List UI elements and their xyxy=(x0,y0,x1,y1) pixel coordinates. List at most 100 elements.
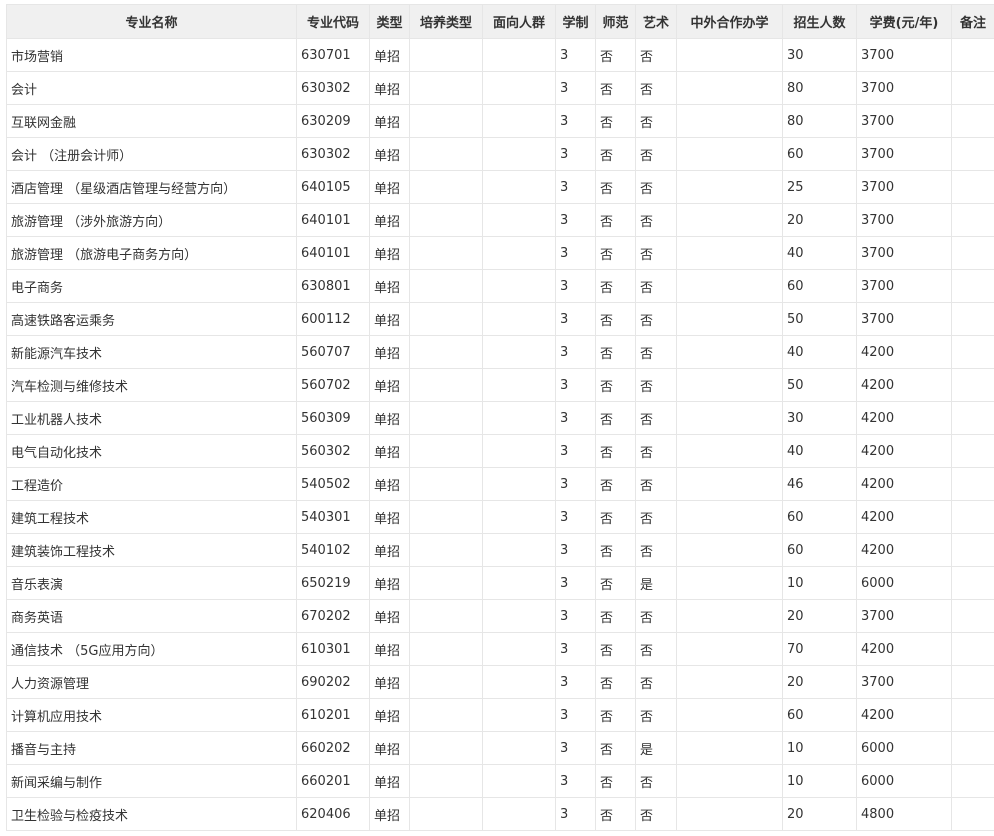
table-row: 新闻采编与制作 660201 单招 3 否否 10 6000 xyxy=(6,764,994,798)
cell-tuition: 4800 xyxy=(856,797,952,831)
cell-art: 否 xyxy=(635,764,677,798)
cell-duration: 3 xyxy=(555,137,596,171)
table-row: 汽车检测与维修技术 560702 单招 3 否否 50 4200 xyxy=(6,368,994,402)
cell-enrollment: 20 xyxy=(782,203,857,237)
cell-duration: 3 xyxy=(555,764,596,798)
cell-major-name: 会计 （注册会计师） xyxy=(6,137,297,171)
cell-art: 否 xyxy=(635,632,677,666)
cell-tuition: 3700 xyxy=(856,269,952,303)
cell-sino-foreign xyxy=(676,137,783,171)
cell-remarks xyxy=(951,632,994,666)
cell-type: 单招 xyxy=(369,467,410,501)
cell-teacher-training: 否 xyxy=(595,566,636,600)
cell-type: 单招 xyxy=(369,764,410,798)
cell-major-name: 高速铁路客运乘务 xyxy=(6,302,297,336)
cell-teacher-training: 否 xyxy=(595,269,636,303)
cell-major-code: 610301 xyxy=(296,632,370,666)
cell-target-group xyxy=(482,401,556,435)
cell-teacher-training: 否 xyxy=(595,599,636,633)
cell-duration: 3 xyxy=(555,632,596,666)
cell-type: 单招 xyxy=(369,566,410,600)
table-row: 市场营销 630701 单招 3 否否 30 3700 xyxy=(6,38,994,72)
cell-remarks xyxy=(951,401,994,435)
cell-training-type xyxy=(409,467,483,501)
cell-major-name: 会计 xyxy=(6,71,297,105)
cell-duration: 3 xyxy=(555,533,596,567)
cell-tuition: 6000 xyxy=(856,731,952,765)
table-header-row: 专业名称 专业代码 类型 培养类型 面向人群 学制 师范 艺术 中外合作办学 招生人数 学费(元/年… xyxy=(6,4,994,39)
cell-art: 否 xyxy=(635,71,677,105)
cell-art: 否 xyxy=(635,500,677,534)
cell-enrollment: 40 xyxy=(782,434,857,468)
column-header-remarks: 备注 xyxy=(951,4,994,39)
cell-enrollment: 60 xyxy=(782,533,857,567)
cell-enrollment: 10 xyxy=(782,731,857,765)
cell-training-type xyxy=(409,500,483,534)
cell-enrollment: 46 xyxy=(782,467,857,501)
cell-duration: 3 xyxy=(555,203,596,237)
cell-training-type xyxy=(409,764,483,798)
cell-major-name: 通信技术 （5G应用方向） xyxy=(6,632,297,666)
cell-sino-foreign xyxy=(676,632,783,666)
cell-tuition: 3700 xyxy=(856,599,952,633)
cell-type: 单招 xyxy=(369,401,410,435)
cell-enrollment: 10 xyxy=(782,764,857,798)
cell-training-type xyxy=(409,698,483,732)
cell-major-code: 660201 xyxy=(296,764,370,798)
cell-type: 单招 xyxy=(369,632,410,666)
cell-sino-foreign xyxy=(676,302,783,336)
table-row: 卫生检验与检疫技术 620406 单招 3 否否 20 4800 xyxy=(6,797,994,831)
table-row: 工业机器人技术 560309 单招 3 否否 30 4200 xyxy=(6,401,994,435)
cell-sino-foreign xyxy=(676,203,783,237)
table-row: 通信技术 （5G应用方向） 610301 单招 3 否否 70 4200 xyxy=(6,632,994,666)
table-row: 新能源汽车技术 560707 单招 3 否否 40 4200 xyxy=(6,335,994,369)
cell-teacher-training: 否 xyxy=(595,698,636,732)
cell-enrollment: 50 xyxy=(782,368,857,402)
cell-teacher-training: 否 xyxy=(595,170,636,204)
cell-training-type xyxy=(409,401,483,435)
cell-art: 否 xyxy=(635,533,677,567)
cell-enrollment: 60 xyxy=(782,698,857,732)
table-row: 音乐表演 650219 单招 3 否是 10 6000 xyxy=(6,566,994,600)
cell-duration: 3 xyxy=(555,368,596,402)
cell-tuition: 4200 xyxy=(856,434,952,468)
cell-training-type xyxy=(409,170,483,204)
cell-type: 单招 xyxy=(369,698,410,732)
cell-enrollment: 40 xyxy=(782,236,857,270)
table-row: 旅游管理 （旅游电子商务方向） 640101 单招 3 否否 40 3700 xyxy=(6,236,994,270)
cell-tuition: 4200 xyxy=(856,698,952,732)
cell-enrollment: 10 xyxy=(782,566,857,600)
cell-sino-foreign xyxy=(676,731,783,765)
cell-teacher-training: 否 xyxy=(595,203,636,237)
cell-sino-foreign xyxy=(676,797,783,831)
cell-art: 否 xyxy=(635,368,677,402)
cell-remarks xyxy=(951,533,994,567)
cell-major-code: 560707 xyxy=(296,335,370,369)
cell-remarks xyxy=(951,731,994,765)
table-row: 播音与主持 660202 单招 3 否是 10 6000 xyxy=(6,731,994,765)
cell-type: 单招 xyxy=(369,170,410,204)
cell-remarks xyxy=(951,797,994,831)
cell-target-group xyxy=(482,566,556,600)
table-row: 互联网金融 630209 单招 3 否否 80 3700 xyxy=(6,104,994,138)
cell-major-name: 新能源汽车技术 xyxy=(6,335,297,369)
cell-major-name: 电气自动化技术 xyxy=(6,434,297,468)
cell-target-group xyxy=(482,335,556,369)
cell-art: 是 xyxy=(635,566,677,600)
cell-training-type xyxy=(409,632,483,666)
cell-duration: 3 xyxy=(555,170,596,204)
cell-art: 否 xyxy=(635,698,677,732)
cell-remarks xyxy=(951,71,994,105)
cell-sino-foreign xyxy=(676,599,783,633)
cell-target-group xyxy=(482,38,556,72)
cell-remarks xyxy=(951,665,994,699)
cell-enrollment: 40 xyxy=(782,335,857,369)
cell-training-type xyxy=(409,665,483,699)
cell-art: 否 xyxy=(635,104,677,138)
cell-enrollment: 20 xyxy=(782,797,857,831)
cell-major-code: 630209 xyxy=(296,104,370,138)
cell-sino-foreign xyxy=(676,401,783,435)
column-header-target-group: 面向人群 xyxy=(482,4,556,39)
cell-remarks xyxy=(951,599,994,633)
cell-major-code: 560302 xyxy=(296,434,370,468)
